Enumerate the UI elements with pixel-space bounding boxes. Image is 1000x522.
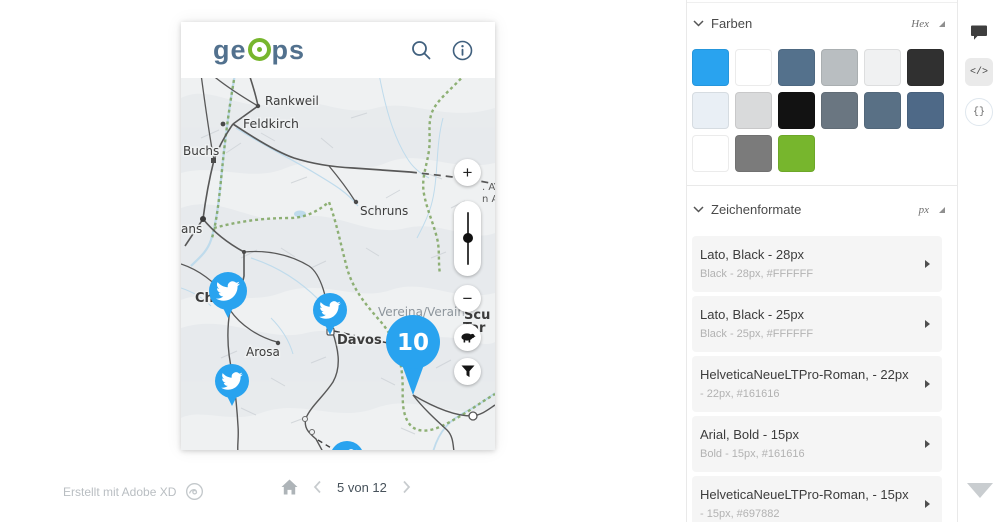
logo-text-right: ps <box>272 37 306 64</box>
spec-panel: Farben Hex Zeichenformate px Lato, Black… <box>686 0 958 522</box>
search-icon[interactable] <box>410 39 432 61</box>
cluster-count-label: 10 <box>397 330 429 356</box>
variables-button[interactable]: {} <box>965 98 993 126</box>
expand-arrow-icon[interactable] <box>925 500 930 508</box>
text-style-subtitle: Black - 28px, #FFFFFF <box>700 268 918 280</box>
xd-spec-view: geps <box>0 0 1000 522</box>
color-swatch[interactable] <box>778 92 815 129</box>
map-place-label: Rankweil <box>265 94 319 108</box>
map-canvas[interactable]: RankweilFeldkirchBuchsSchrunsansChArosaD… <box>181 78 495 450</box>
zeichenformate-unit-dropdown[interactable]: px <box>919 204 929 216</box>
info-icon[interactable] <box>452 40 473 61</box>
home-icon[interactable] <box>281 479 298 495</box>
logo-o-ring-icon <box>248 38 271 61</box>
made-with-credit: Erstellt mit Adobe XD <box>63 481 205 502</box>
color-swatch[interactable] <box>778 49 815 86</box>
text-style-card[interactable]: Arial, Bold - 15px Bold - 15px, #161616 <box>692 416 942 472</box>
text-style-card[interactable]: HelveticaNeueLTPro-Roman, - 15px - 15px, … <box>692 476 942 522</box>
color-swatch[interactable] <box>864 49 901 86</box>
zoom-slider[interactable] <box>454 201 481 276</box>
map-place-label: n A <box>482 194 495 205</box>
text-style-subtitle: Bold - 15px, #161616 <box>700 448 918 460</box>
filter-funnel-icon <box>461 365 475 378</box>
chevron-right-icon[interactable] <box>402 480 411 494</box>
map-place-label: Schruns <box>360 204 408 218</box>
code-icon: </> <box>970 67 988 78</box>
chevron-left-icon[interactable] <box>313 480 322 494</box>
color-swatch[interactable] <box>692 135 729 172</box>
creative-cloud-icon <box>184 481 205 502</box>
zoom-in-button[interactable]: + <box>454 159 481 186</box>
map-place-label: Buchs <box>183 144 219 158</box>
text-style-card[interactable]: HelveticaNeueLTPro-Roman, - 22px - 22px, … <box>692 356 942 412</box>
farben-title: Farben <box>711 16 911 31</box>
braces-icon: {} <box>973 107 985 118</box>
color-swatch[interactable] <box>907 49 944 86</box>
color-swatch[interactable] <box>735 49 772 86</box>
map-place-label: . A <box>482 182 495 193</box>
prototype-artboard: geps <box>181 22 495 450</box>
text-style-title: HelveticaNeueLTPro-Roman, - 22px <box>700 367 918 382</box>
credit-text: Erstellt mit Adobe XD <box>63 485 176 499</box>
artboard-pagination: 5 von 12 <box>281 479 411 495</box>
color-swatch[interactable] <box>692 92 729 129</box>
zeichenformate-title: Zeichenformate <box>711 202 919 217</box>
text-style-title: Lato, Black - 28px <box>700 247 918 262</box>
zoom-out-button[interactable]: − <box>454 285 481 312</box>
view-mode-toolbar: </> {} <box>958 0 1000 522</box>
map-place-label: Arosa <box>246 345 280 359</box>
section-zeichenformate: Zeichenformate px Lato, Black - 28px Blac… <box>687 202 957 522</box>
app-header: geps <box>181 22 495 78</box>
color-swatch[interactable] <box>692 49 729 86</box>
color-swatch-grid <box>692 49 942 172</box>
map-place-label: ans <box>181 222 202 236</box>
text-style-subtitle: Black - 25px, #FFFFFF <box>700 328 918 340</box>
chevron-down-icon[interactable] <box>693 206 704 213</box>
color-swatch[interactable] <box>864 92 901 129</box>
text-style-title: Arial, Bold - 15px <box>700 427 918 442</box>
zoom-slider-handle[interactable] <box>463 233 473 243</box>
expand-arrow-icon[interactable] <box>925 380 930 388</box>
dropdown-corner-icon[interactable] <box>939 207 945 213</box>
text-style-card[interactable]: Lato, Black - 25px Black - 25px, #FFFFFF <box>692 296 942 352</box>
specs-code-button[interactable]: </> <box>965 58 993 86</box>
color-swatch[interactable] <box>821 92 858 129</box>
section-farben: Farben Hex <box>687 16 957 186</box>
animal-icon <box>460 331 476 344</box>
color-swatch[interactable] <box>907 92 944 129</box>
color-swatch[interactable] <box>735 135 772 172</box>
farben-unit-dropdown[interactable]: Hex <box>911 18 929 30</box>
text-style-subtitle: - 22px, #161616 <box>700 388 918 400</box>
map-place-label: Davos <box>337 333 382 348</box>
text-style-title: Lato, Black - 25px <box>700 307 918 322</box>
text-style-title: HelveticaNeueLTPro-Roman, - 15px <box>700 487 918 502</box>
text-style-card[interactable]: Lato, Black - 28px Black - 28px, #FFFFFF <box>692 236 942 292</box>
expand-arrow-icon[interactable] <box>925 440 930 448</box>
animal-layer-button[interactable] <box>454 324 481 351</box>
text-style-subtitle: - 15px, #697882 <box>700 508 918 520</box>
page-indicator: 5 von 12 <box>337 480 387 495</box>
filter-button[interactable] <box>454 358 481 385</box>
comments-button[interactable] <box>965 18 993 46</box>
expand-arrow-icon[interactable] <box>925 260 930 268</box>
logo-text-left: ge <box>213 37 247 64</box>
color-swatch[interactable] <box>821 49 858 86</box>
dropdown-corner-icon[interactable] <box>939 21 945 27</box>
expand-arrow-icon[interactable] <box>925 320 930 328</box>
map-place-label: Feldkirch <box>243 116 299 131</box>
comment-icon <box>970 24 988 41</box>
text-styles-list: Lato, Black - 28pxBlack - 28px, #FFFFFFL… <box>692 236 942 522</box>
chevron-down-icon[interactable] <box>693 20 704 27</box>
color-swatch[interactable] <box>735 92 772 129</box>
geops-logo: geps <box>213 37 305 64</box>
map-svg: RankweilFeldkirchBuchsSchrunsansChArosaD… <box>181 78 495 450</box>
scroll-down-indicator-icon[interactable] <box>967 483 993 498</box>
color-swatch[interactable] <box>778 135 815 172</box>
